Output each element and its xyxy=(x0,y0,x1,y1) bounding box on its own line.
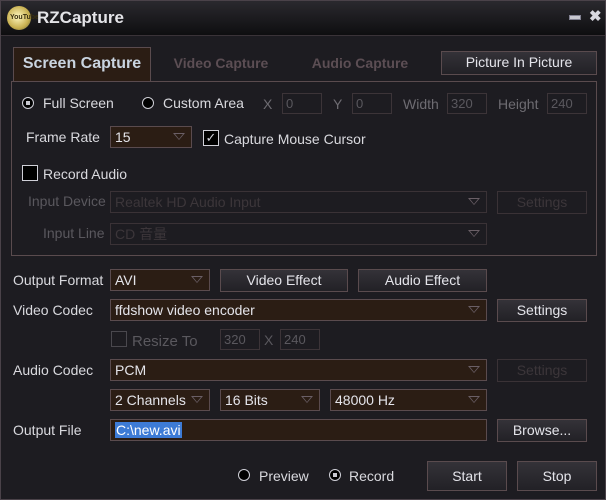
tab-audio-capture[interactable]: Audio Capture xyxy=(297,47,423,81)
sample-rate-select[interactable]: 48000 Hz xyxy=(330,389,487,411)
preview-label: Preview xyxy=(259,468,309,484)
window-title: RZCapture xyxy=(37,8,124,27)
tab-video-capture[interactable]: Video Capture xyxy=(161,47,281,81)
capture-mouse-cursor-label: Capture Mouse Cursor xyxy=(224,131,366,147)
resize-width-input[interactable]: 320 xyxy=(220,329,260,350)
output-format-label: Output Format xyxy=(13,272,104,288)
chevron-down-icon xyxy=(191,276,203,283)
preview-radio[interactable] xyxy=(238,469,250,481)
height-input[interactable]: 240 xyxy=(547,93,587,114)
record-audio-checkbox[interactable] xyxy=(22,165,38,181)
input-line-select[interactable]: CD 音量 xyxy=(110,223,487,245)
stop-button[interactable]: Stop xyxy=(517,461,597,491)
record-audio-label: Record Audio xyxy=(43,166,128,182)
chevron-down-icon xyxy=(468,396,480,403)
chevron-down-icon xyxy=(468,306,480,313)
frame-rate-label: Frame Rate xyxy=(26,129,100,145)
video-codec-settings-button[interactable]: Settings xyxy=(497,299,587,322)
full-screen-label: Full Screen xyxy=(43,95,114,111)
audio-effect-button[interactable]: Audio Effect xyxy=(358,269,487,292)
chevron-down-icon xyxy=(468,198,480,205)
audio-codec-label: Audio Codec xyxy=(13,362,94,378)
output-file-input[interactable]: C:\new.avi xyxy=(110,419,487,441)
input-line-label: Input Line xyxy=(43,225,105,241)
app-window: YouTube RZCapture ✖ Screen Capture Video… xyxy=(0,0,606,500)
input-device-label: Input Device xyxy=(28,193,106,209)
resize-height-input[interactable]: 240 xyxy=(280,329,320,350)
channels-select[interactable]: 2 Channels xyxy=(110,389,210,411)
title-bar[interactable]: YouTube RZCapture ✖ xyxy=(1,1,605,36)
browse-button[interactable]: Browse... xyxy=(497,419,587,442)
input-settings-button[interactable]: Settings xyxy=(497,191,587,214)
x-label: X xyxy=(263,96,273,112)
record-label: Record xyxy=(349,468,395,484)
width-input[interactable]: 320 xyxy=(447,93,487,114)
capture-mouse-cursor-checkbox[interactable]: ✓ xyxy=(203,130,219,146)
output-format-select[interactable]: AVI xyxy=(110,269,210,291)
chevron-down-icon xyxy=(301,396,313,403)
close-icon[interactable]: ✖ xyxy=(589,9,602,25)
bits-select[interactable]: 16 Bits xyxy=(220,389,320,411)
audio-codec-settings-button[interactable]: Settings xyxy=(497,359,587,382)
chevron-down-icon xyxy=(468,366,480,373)
chevron-down-icon xyxy=(191,396,203,403)
custom-area-radio[interactable] xyxy=(142,97,154,109)
resize-to-label: Resize To xyxy=(132,333,198,350)
chevron-down-icon xyxy=(468,230,480,237)
height-label: Height xyxy=(498,96,539,112)
video-effect-button[interactable]: Video Effect xyxy=(220,269,348,292)
y-input[interactable]: 0 xyxy=(352,93,392,114)
frame-rate-select[interactable]: 15 xyxy=(110,126,192,148)
width-label: Width xyxy=(403,96,439,112)
output-file-label: Output File xyxy=(13,422,82,438)
x-input[interactable]: 0 xyxy=(282,93,322,114)
input-device-select[interactable]: Realtek HD Audio Input xyxy=(110,191,487,213)
app-logo-icon: YouTube xyxy=(7,6,39,30)
audio-codec-select[interactable]: PCM xyxy=(110,359,487,381)
video-codec-label: Video Codec xyxy=(13,302,93,318)
custom-area-label: Custom Area xyxy=(163,95,244,111)
full-screen-radio[interactable] xyxy=(22,97,34,109)
resize-to-checkbox[interactable] xyxy=(111,331,127,347)
resize-x-label: X xyxy=(264,332,274,348)
record-radio[interactable] xyxy=(329,469,341,481)
video-codec-select[interactable]: ffdshow video encoder xyxy=(110,299,487,321)
y-label: Y xyxy=(333,96,343,112)
minimize-icon[interactable] xyxy=(569,15,581,20)
chevron-down-icon xyxy=(173,133,185,140)
picture-in-picture-button[interactable]: Picture In Picture xyxy=(441,51,597,75)
tab-screen-capture[interactable]: Screen Capture xyxy=(13,47,151,81)
start-button[interactable]: Start xyxy=(427,461,507,491)
